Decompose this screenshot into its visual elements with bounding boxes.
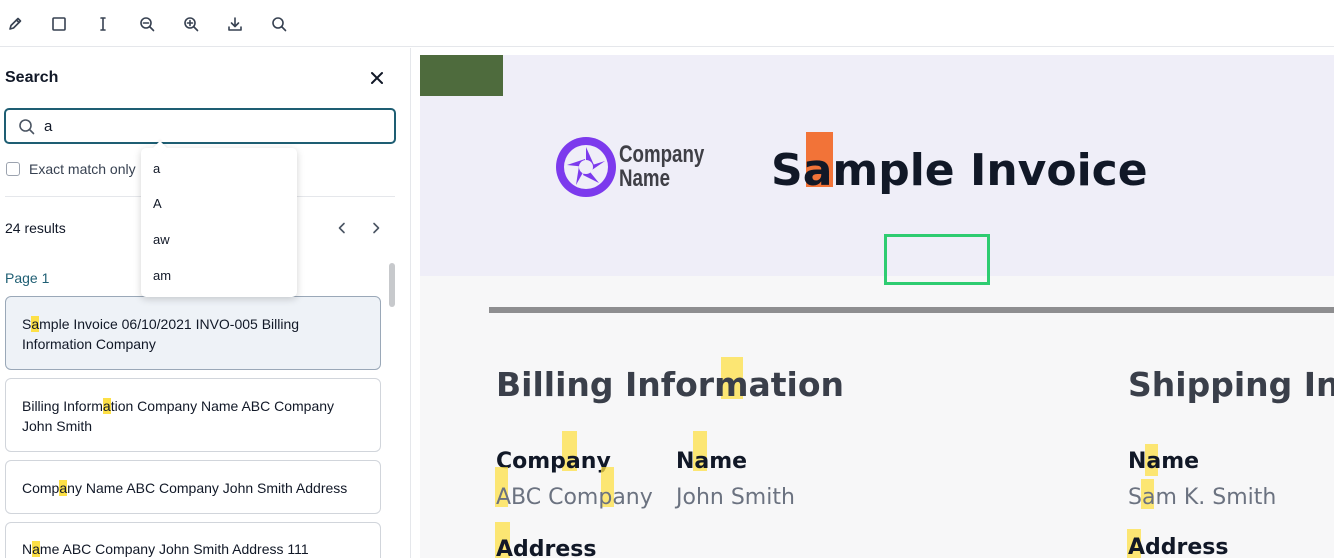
zoom-in-icon[interactable] xyxy=(180,13,202,35)
search-result-item[interactable]: Company Name ABC Company John Smith Addr… xyxy=(5,460,381,514)
rectangle-annotation[interactable] xyxy=(884,234,990,285)
exact-match-row: Exact match only xyxy=(6,161,136,177)
search-input[interactable] xyxy=(44,116,384,136)
result-match-highlight: a xyxy=(31,316,40,332)
result-match-highlight: a xyxy=(59,480,68,496)
prev-result-button[interactable] xyxy=(332,218,352,238)
search-box xyxy=(4,108,396,144)
text-cursor-icon[interactable] xyxy=(92,13,114,35)
document-viewer[interactable]: Company Name Sample Invoice Billing Info… xyxy=(412,48,1334,558)
result-match-highlight: a xyxy=(102,398,111,414)
results-count: 24 results xyxy=(5,220,66,236)
result-text: S xyxy=(22,316,32,332)
exact-match-label: Exact match only xyxy=(29,161,136,177)
toolbar xyxy=(0,0,1334,47)
suggestion-item[interactable]: am xyxy=(153,268,171,283)
result-text: Billing Inform xyxy=(22,398,103,414)
close-icon[interactable] xyxy=(367,68,387,88)
company-logo-text: Company Name xyxy=(619,143,704,191)
shipping-name-label: Name xyxy=(1128,449,1200,474)
page-group-label: Page 1 xyxy=(5,270,50,286)
billing-name-value: John Smith xyxy=(676,485,795,510)
zoom-out-icon[interactable] xyxy=(136,13,158,35)
billing-company-label: Company xyxy=(496,449,611,474)
scrollbar-track[interactable] xyxy=(389,263,395,558)
document-page[interactable]: Company Name Sample Invoice Billing Info… xyxy=(420,55,1334,558)
rectangle-icon[interactable] xyxy=(48,13,70,35)
result-text: ny Name ABC Company John Smith Address xyxy=(67,480,348,496)
result-text: N xyxy=(22,541,33,557)
search-result-item[interactable]: Billing Information Company Name ABC Com… xyxy=(5,378,381,452)
result-text: mple Invoice 06/10/2021 INVO-005 Billing… xyxy=(22,316,300,352)
chevron-left-icon xyxy=(338,222,345,234)
logo-text-line: Company xyxy=(619,141,705,168)
suggestion-item[interactable]: aw xyxy=(153,232,170,247)
shipping-address-label: Address xyxy=(1128,535,1229,558)
logo-text-line: Name xyxy=(619,165,670,192)
chevron-right-icon xyxy=(373,222,380,234)
company-logo-icon xyxy=(556,137,616,197)
search-result-item[interactable]: Name ABC Company John Smith Address 111 xyxy=(5,522,381,558)
scrollbar-thumb[interactable] xyxy=(389,263,395,307)
search-icon xyxy=(19,119,35,135)
search-result-item[interactable]: Sample Invoice 06/10/2021 INVO-005 Billi… xyxy=(5,296,381,370)
search-suggestions-dropdown: a A aw am xyxy=(141,148,297,297)
billing-heading: Billing Information xyxy=(496,365,844,404)
pen-icon[interactable] xyxy=(4,13,26,35)
search-panel-title: Search xyxy=(5,69,59,86)
result-match-highlight: a xyxy=(32,541,40,557)
result-text: me ABC Company John Smith Address 111 xyxy=(39,541,309,557)
billing-address-label: Address xyxy=(496,537,597,558)
search-icon[interactable] xyxy=(268,13,290,35)
shipping-name-value: Sam K. Smith xyxy=(1128,485,1277,510)
exact-match-checkbox[interactable] xyxy=(6,162,20,176)
result-text: Comp xyxy=(22,480,60,496)
invoice-title: Sample Invoice xyxy=(771,145,1148,196)
download-icon[interactable] xyxy=(224,13,246,35)
suggestion-item[interactable]: a xyxy=(153,161,160,176)
billing-company-value: ABC Company xyxy=(496,485,653,510)
next-result-button[interactable] xyxy=(366,218,386,238)
billing-name-label: Name xyxy=(676,449,748,474)
shipping-heading: Shipping Info xyxy=(1128,365,1334,404)
suggestion-item[interactable]: A xyxy=(153,196,162,211)
search-panel: Search Exact match only 24 results Page … xyxy=(0,48,411,558)
divider xyxy=(489,307,1334,313)
rectangle-annotation[interactable] xyxy=(420,55,503,96)
